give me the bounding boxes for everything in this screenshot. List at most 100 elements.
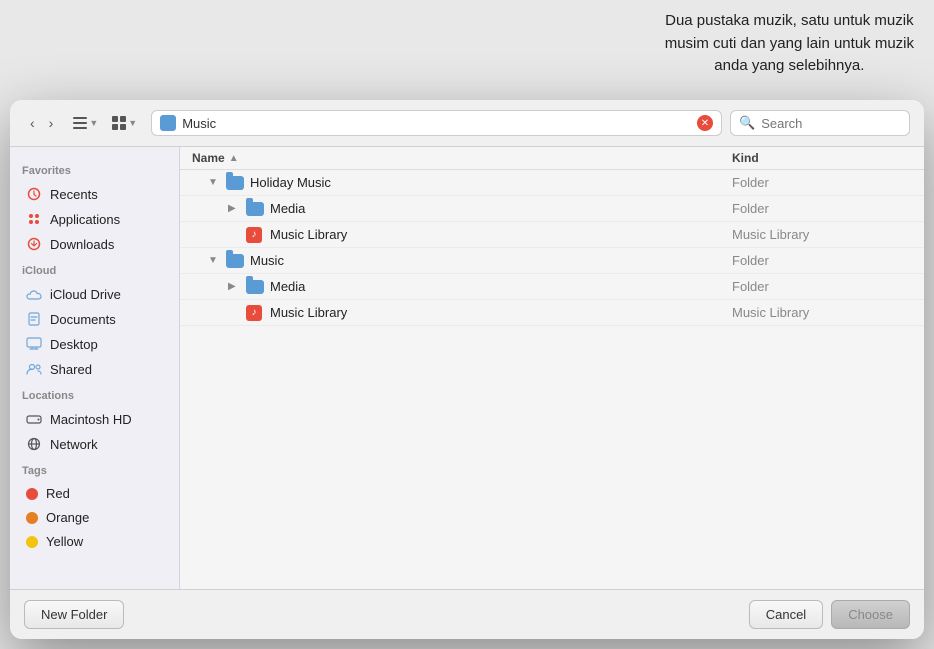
grid-icon (112, 116, 126, 130)
file-list-container: Name ▲ Kind ▼ Holiday Music Folder ▶ (180, 147, 924, 589)
search-input[interactable] (761, 116, 901, 131)
annotation-text: Dua pustaka muzik, satu untuk muzik musi… (665, 10, 914, 78)
bottom-right-buttons: Cancel Choose (749, 600, 910, 629)
list-view-button[interactable]: ▼ (67, 113, 104, 133)
file-name-cell: ♪ Music Library (228, 227, 732, 243)
forward-button[interactable]: › (43, 112, 60, 134)
icloud-label: iCloud (10, 257, 179, 281)
icloud-drive-label: iCloud Drive (50, 287, 121, 302)
file-kind: Folder (732, 253, 912, 268)
column-name-header[interactable]: Name ▲ (192, 151, 732, 165)
open-dialog: ‹ › ▼ ▼ (10, 100, 924, 639)
network-icon (26, 436, 42, 452)
file-kind: Music Library (732, 305, 912, 320)
sidebar-item-network[interactable]: Network (14, 432, 175, 456)
red-tag-label: Red (46, 486, 70, 501)
view-buttons: ▼ ▼ (67, 113, 143, 133)
file-name: Holiday Music (250, 175, 331, 190)
downloads-icon (26, 236, 42, 252)
macintosh-hd-icon (26, 411, 42, 427)
sidebar-item-tag-yellow[interactable]: Yellow (14, 530, 175, 553)
nav-buttons: ‹ › (24, 112, 59, 134)
sidebar-item-tag-red[interactable]: Red (14, 482, 175, 505)
documents-icon (26, 311, 42, 327)
bottom-bar: New Folder Cancel Choose (10, 589, 924, 639)
expand-arrow: ▶ (228, 281, 242, 292)
sidebar: Favorites Recents Applications Downloads (10, 147, 180, 589)
file-name: Music Library (270, 227, 347, 242)
folder-icon (226, 254, 244, 268)
table-row[interactable]: ♪ Music Library Music Library (180, 300, 924, 326)
list-icon (73, 116, 87, 130)
shared-label: Shared (50, 362, 92, 377)
yellow-tag-label: Yellow (46, 534, 83, 549)
sidebar-item-downloads[interactable]: Downloads (14, 232, 175, 256)
grid-view-chevron: ▼ (128, 118, 137, 128)
documents-label: Documents (50, 312, 116, 327)
cancel-button[interactable]: Cancel (749, 600, 823, 629)
applications-label: Applications (50, 212, 120, 227)
folder-icon (226, 176, 244, 190)
location-clear-button[interactable]: ✕ (697, 115, 713, 131)
macintosh-hd-label: Macintosh HD (50, 412, 132, 427)
new-folder-button[interactable]: New Folder (24, 600, 124, 629)
file-name-cell: ▼ Holiday Music (208, 175, 732, 190)
file-kind: Folder (732, 279, 912, 294)
sidebar-item-recents[interactable]: Recents (14, 182, 175, 206)
sidebar-item-documents[interactable]: Documents (14, 307, 175, 331)
file-name: Media (270, 279, 305, 294)
file-name-cell: ♪ Music Library (228, 305, 732, 321)
file-name-cell: ▶ Media (228, 201, 732, 216)
music-lib-icon: ♪ (246, 305, 262, 321)
table-row[interactable]: ▶ Media Folder (180, 274, 924, 300)
yellow-tag-dot (26, 536, 38, 548)
expand-arrow: ▼ (208, 177, 222, 188)
recents-label: Recents (50, 187, 98, 202)
desktop-icon (26, 336, 42, 352)
location-bar[interactable]: Music ✕ (151, 110, 722, 136)
table-row[interactable]: ▼ Holiday Music Folder (180, 170, 924, 196)
folder-icon (246, 202, 264, 216)
location-folder-icon (160, 115, 176, 131)
sidebar-item-tag-orange[interactable]: Orange (14, 506, 175, 529)
expand-arrow: ▶ (228, 203, 242, 214)
file-name-cell: ▼ Music (208, 253, 732, 268)
choose-button[interactable]: Choose (831, 600, 910, 629)
back-button[interactable]: ‹ (24, 112, 41, 134)
search-icon: 🔍 (739, 115, 755, 131)
shared-icon (26, 361, 42, 377)
grid-view-button[interactable]: ▼ (106, 113, 143, 133)
file-kind: Music Library (732, 227, 912, 242)
file-name: Media (270, 201, 305, 216)
sidebar-item-applications[interactable]: Applications (14, 207, 175, 231)
network-label: Network (50, 437, 98, 452)
file-list-header: Name ▲ Kind (180, 147, 924, 170)
sidebar-item-desktop[interactable]: Desktop (14, 332, 175, 356)
sidebar-item-macintosh-hd[interactable]: Macintosh HD (14, 407, 175, 431)
locations-label: Locations (10, 382, 179, 406)
sort-arrow: ▲ (229, 153, 239, 164)
table-row[interactable]: ▶ Media Folder (180, 196, 924, 222)
table-row[interactable]: ▼ Music Folder (180, 248, 924, 274)
sidebar-item-shared[interactable]: Shared (14, 357, 175, 381)
favorites-label: Favorites (10, 157, 179, 181)
column-kind-header: Kind (732, 151, 912, 165)
file-kind: Folder (732, 175, 912, 190)
sidebar-item-icloud-drive[interactable]: iCloud Drive (14, 282, 175, 306)
tags-label: Tags (10, 457, 179, 481)
search-bar: 🔍 (730, 110, 910, 136)
toolbar: ‹ › ▼ ▼ (10, 100, 924, 147)
music-lib-icon: ♪ (246, 227, 262, 243)
list-view-chevron: ▼ (89, 118, 98, 128)
location-name: Music (182, 116, 691, 131)
recents-icon (26, 186, 42, 202)
file-name-cell: ▶ Media (228, 279, 732, 294)
orange-tag-dot (26, 512, 38, 524)
orange-tag-label: Orange (46, 510, 89, 525)
applications-icon (26, 211, 42, 227)
file-kind: Folder (732, 201, 912, 216)
table-row[interactable]: ♪ Music Library Music Library (180, 222, 924, 248)
folder-icon (246, 280, 264, 294)
file-name: Music (250, 253, 284, 268)
file-name: Music Library (270, 305, 347, 320)
